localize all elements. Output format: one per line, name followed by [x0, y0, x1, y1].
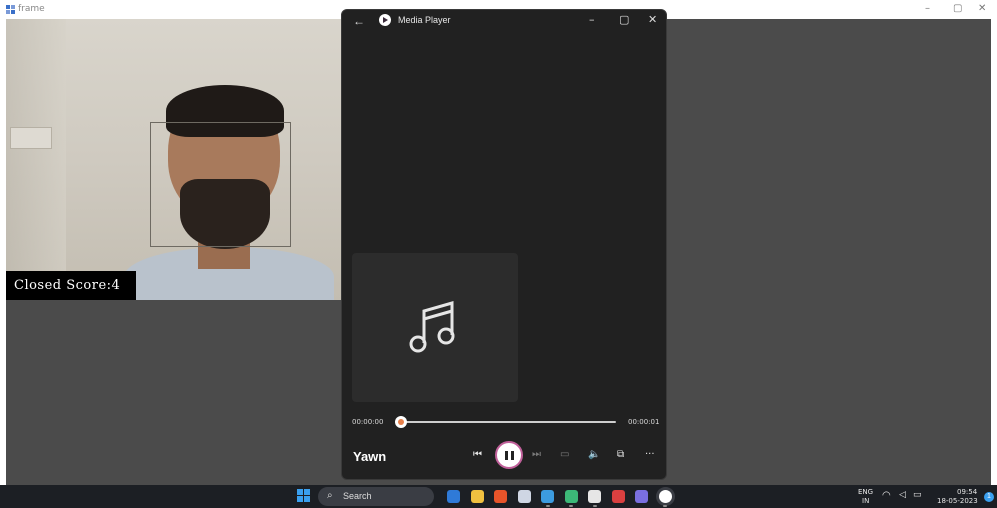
player-minimize-button[interactable]: –	[589, 13, 595, 26]
player-close-button[interactable]: ✕	[648, 13, 657, 26]
region-indicator[interactable]: IN	[862, 497, 869, 505]
back-arrow-icon[interactable]: ←	[353, 14, 365, 28]
taskbar-running-indicator	[592, 505, 597, 507]
speaker-icon[interactable]: ◁	[899, 490, 906, 500]
song-title: Yawn	[353, 449, 387, 464]
frame-minimize-button[interactable]: –	[925, 3, 930, 14]
frame-maximize-button[interactable]: ▢	[953, 3, 962, 14]
notification-badge[interactable]: 1	[984, 492, 994, 502]
taskbar-app-circle-app-icon[interactable]	[564, 490, 578, 503]
player-maximize-button[interactable]: ▢	[619, 13, 629, 26]
score-overlay: Closed Score:4	[6, 271, 136, 300]
taskbar-app-photos-icon[interactable]	[541, 490, 554, 503]
taskbar-app-media-player-icon[interactable]	[658, 490, 672, 503]
total-time: 00:00:01	[628, 418, 660, 426]
album-art	[352, 253, 518, 402]
taskbar-app-terminal-icon[interactable]	[588, 490, 601, 503]
taskbar-app-edge-like-icon[interactable]	[517, 490, 531, 503]
media-player-window: ← Media Player – ▢ ✕ 00:00:00 00:00:01 Y…	[341, 9, 667, 480]
taskbar-search[interactable]: ⌕ Search	[318, 487, 434, 506]
taskbar-running-indicator	[545, 505, 550, 507]
wifi-icon[interactable]: ◠	[882, 490, 891, 501]
frame-app-icon	[6, 5, 15, 14]
wall-switch	[10, 127, 52, 149]
windows-start-icon[interactable]	[297, 489, 311, 503]
taskbar-running-indicator	[663, 505, 667, 507]
taskbar-running-indicator	[569, 505, 573, 507]
music-note-icon	[409, 301, 455, 353]
media-player-app-icon	[379, 14, 391, 26]
volume-icon[interactable]: 🔈	[588, 447, 600, 463]
screen: frame – ▢ ✕ Closed Score:4 ← Media Playe…	[0, 0, 997, 508]
closed-score-text: Closed Score:4	[14, 278, 121, 293]
face-detection-box	[150, 122, 291, 247]
language-indicator[interactable]: ENG	[858, 488, 873, 496]
taskbar-app-brave-icon[interactable]	[494, 490, 507, 503]
frame-title: frame	[18, 4, 45, 14]
taskbar-app-file-explorer-icon[interactable]	[470, 490, 484, 503]
clock-date[interactable]: 18-05-2023	[937, 497, 978, 505]
frame-canvas-right	[667, 19, 991, 485]
previous-track-icon[interactable]: ⏮	[473, 447, 482, 463]
seek-bar[interactable]	[400, 421, 616, 423]
pause-button[interactable]	[495, 441, 523, 469]
frame-close-button[interactable]: ✕	[978, 3, 986, 14]
media-player-title: Media Player	[398, 15, 451, 25]
miniplayer-icon[interactable]: ⧉	[617, 447, 624, 463]
webcam-video	[6, 19, 342, 300]
current-time: 00:00:00	[352, 418, 384, 426]
wall-shadow	[6, 19, 66, 300]
captions-icon[interactable]: ▭	[560, 447, 569, 463]
taskbar-app-copilot-icon[interactable]	[447, 490, 460, 503]
next-track-icon[interactable]: ⏭	[532, 447, 541, 463]
seek-thumb[interactable]	[395, 416, 407, 428]
battery-icon[interactable]: ▭	[913, 490, 922, 500]
taskbar-app-pen-app-icon[interactable]	[635, 490, 648, 503]
taskbar: ⌕ Search ENG IN ◠ ◁ ▭ 09:54 18-05-2023 1	[0, 485, 997, 508]
taskbar-app-red-app-icon[interactable]	[611, 490, 625, 503]
search-icon: ⌕	[327, 490, 333, 501]
more-options-icon[interactable]: ···	[645, 447, 655, 463]
clock-time[interactable]: 09:54	[957, 488, 977, 496]
search-placeholder: Search	[343, 491, 372, 501]
